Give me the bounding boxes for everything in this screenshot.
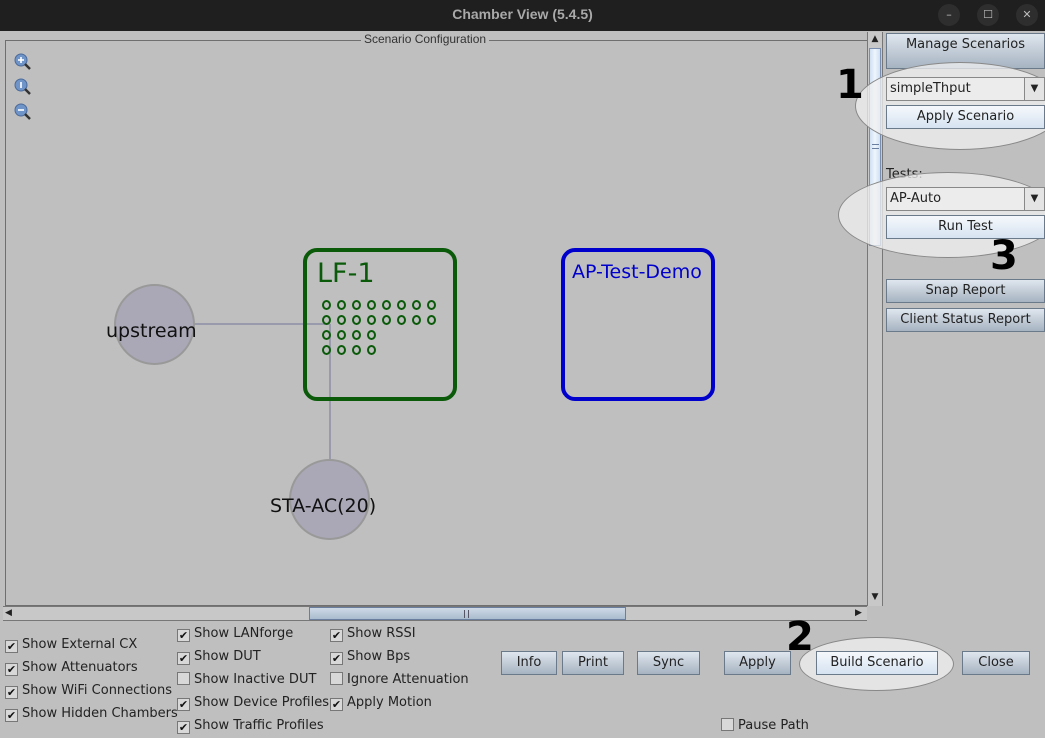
apply-scenario-button[interactable]: Apply Scenario — [886, 105, 1045, 129]
port-indicator — [337, 345, 346, 355]
scroll-left-icon[interactable]: ◀ — [4, 607, 13, 620]
sync-button[interactable]: Sync — [637, 651, 700, 675]
checkbox-box[interactable] — [330, 672, 343, 685]
port-indicator — [337, 315, 346, 325]
checkmark-icon[interactable]: ✔ — [177, 629, 190, 642]
close-button[interactable]: Close — [962, 651, 1030, 675]
run-test-button[interactable]: Run Test — [886, 215, 1045, 239]
port-indicator — [352, 345, 361, 355]
port-indicator — [322, 300, 331, 310]
port-indicator — [427, 300, 436, 310]
port-indicator — [322, 345, 331, 355]
checkbox-show-inactive-dut[interactable]: Show Inactive DUT — [177, 672, 316, 690]
upstream-label: upstream — [106, 320, 197, 342]
client-status-report-button[interactable]: Client Status Report — [886, 308, 1045, 332]
chamber-ap-test-demo[interactable]: AP-Test-Demo — [561, 248, 715, 401]
horizontal-scrollbar[interactable]: ◀ ▶ — [3, 606, 867, 621]
scroll-up-icon[interactable]: ▲ — [868, 32, 882, 46]
sta-ac-label: STA-AC(20) — [270, 495, 377, 517]
info-button[interactable]: Info — [501, 651, 557, 675]
checkbox-show-device-profiles[interactable]: ✔ Show Device Profiles — [177, 695, 329, 713]
checkbox-box[interactable] — [177, 672, 190, 685]
checkmark-icon[interactable]: ✔ — [330, 698, 343, 711]
apply-button[interactable]: Apply — [724, 651, 791, 675]
checkbox-show-bps[interactable]: ✔ Show Bps — [330, 649, 410, 667]
build-scenario-button[interactable]: Build Scenario — [816, 651, 938, 675]
port-indicator — [322, 330, 331, 340]
port-indicator — [367, 345, 376, 355]
port-indicator — [337, 300, 346, 310]
annotation-3: 3 — [990, 233, 1018, 279]
port-indicator — [427, 315, 436, 325]
checkmark-icon[interactable]: ✔ — [177, 652, 190, 665]
checkbox-box[interactable] — [721, 718, 734, 731]
scenario-select[interactable]: simpleThput ▼ — [886, 77, 1045, 101]
checkmark-icon[interactable]: ✔ — [5, 663, 18, 676]
port-indicator — [352, 315, 361, 325]
port-indicator — [337, 330, 346, 340]
print-button[interactable]: Print — [562, 651, 624, 675]
chamber-lf-1-label: LF-1 — [317, 258, 375, 289]
checkmark-icon[interactable]: ✔ — [5, 709, 18, 722]
port-indicator — [367, 330, 376, 340]
port-indicator — [367, 315, 376, 325]
port-indicator — [352, 300, 361, 310]
scroll-right-icon[interactable]: ▶ — [854, 607, 863, 620]
checkbox-show-lanforge[interactable]: ✔ Show LANforge — [177, 626, 293, 644]
annotation-2: 2 — [786, 614, 814, 660]
chevron-down-icon[interactable]: ▼ — [1024, 78, 1044, 100]
chamber-lf-1[interactable]: LF-1 — [303, 248, 457, 401]
checkbox-show-rssi[interactable]: ✔ Show RSSI — [330, 626, 416, 644]
port-indicator — [322, 315, 331, 325]
port-indicator — [412, 300, 421, 310]
snap-report-button[interactable]: Snap Report — [886, 279, 1045, 303]
port-indicator — [382, 300, 391, 310]
checkbox-show-hidden-chambers[interactable]: ✔ Show Hidden Chambers — [5, 706, 178, 724]
checkbox-apply-motion[interactable]: ✔ Apply Motion — [330, 695, 432, 713]
checkmark-icon[interactable]: ✔ — [5, 640, 18, 653]
port-indicator — [397, 315, 406, 325]
checkmark-icon[interactable]: ✔ — [330, 629, 343, 642]
pause-path-checkbox[interactable]: Pause Path — [721, 718, 809, 736]
port-indicator — [352, 330, 361, 340]
checkmark-icon[interactable]: ✔ — [5, 686, 18, 699]
chevron-down-icon[interactable]: ▼ — [1024, 188, 1044, 210]
port-indicator — [397, 300, 406, 310]
checkbox-show-dut[interactable]: ✔ Show DUT — [177, 649, 261, 667]
checkmark-icon[interactable]: ✔ — [330, 652, 343, 665]
checkbox-show-attenuators[interactable]: ✔ Show Attenuators — [5, 660, 138, 678]
annotation-1: 1 — [836, 62, 864, 108]
scroll-down-icon[interactable]: ▼ — [868, 590, 882, 604]
checkmark-icon[interactable]: ✔ — [177, 698, 190, 711]
checkbox-show-traffic-profiles[interactable]: ✔ Show Traffic Profiles — [177, 718, 324, 736]
port-indicator — [367, 300, 376, 310]
port-indicator — [382, 315, 391, 325]
chamber-ap-test-demo-label: AP-Test-Demo — [572, 261, 702, 283]
horizontal-scroll-thumb[interactable] — [309, 607, 626, 620]
checkbox-show-wifi-connections[interactable]: ✔ Show WiFi Connections — [5, 683, 172, 701]
port-indicator — [412, 315, 421, 325]
checkmark-icon[interactable]: ✔ — [177, 721, 190, 734]
checkbox-ignore-attenuation[interactable]: Ignore Attenuation — [330, 672, 469, 690]
checkbox-show-external-cx[interactable]: ✔ Show External CX — [5, 637, 137, 655]
tests-select[interactable]: AP-Auto ▼ — [886, 187, 1045, 211]
